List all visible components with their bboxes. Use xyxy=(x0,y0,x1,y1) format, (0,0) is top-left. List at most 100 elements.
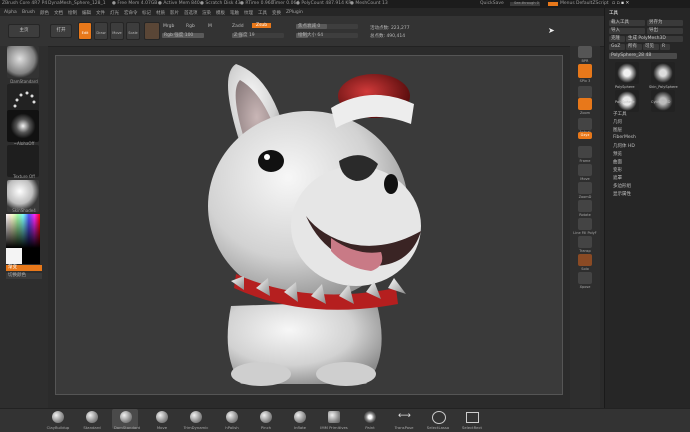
paint-brush-icon[interactable] xyxy=(364,411,376,423)
switch-color-button[interactable]: 切换颜色 xyxy=(6,273,42,279)
menu-file[interactable]: 文件 xyxy=(96,10,105,16)
menu-stencil[interactable]: 模板 xyxy=(216,10,225,16)
lightbox-button[interactable]: 主页 xyxy=(8,24,40,38)
zoom-button[interactable] xyxy=(578,98,592,110)
make-polymesh-button[interactable]: 生成 PolyMesh3D xyxy=(626,36,683,42)
frame-button[interactable] xyxy=(578,146,592,158)
quicksave-button[interactable]: QuickSave xyxy=(480,1,504,6)
export-button[interactable]: 导出 xyxy=(647,28,683,34)
focal-shift-slider[interactable]: 焦点衰减 0 xyxy=(296,24,358,29)
texture-thumbnail[interactable] xyxy=(7,145,39,177)
rgb-toggle[interactable]: Rgb xyxy=(186,24,195,29)
z-intensity-slider[interactable]: Z 强度 19 xyxy=(232,33,284,38)
menu-document[interactable]: 文档 xyxy=(54,10,63,16)
script-label[interactable]: DefaultZScript xyxy=(576,1,609,6)
menu-macro[interactable]: 宏命令 xyxy=(124,10,138,16)
xpose-button[interactable] xyxy=(578,272,592,284)
zadd-toggle[interactable]: Zadd xyxy=(232,24,244,29)
section-fibermesh[interactable]: FiberMesh xyxy=(613,135,636,140)
edit-button[interactable]: Edit xyxy=(78,22,92,40)
section-masking[interactable]: 遮罩 xyxy=(613,175,622,181)
inflate-brush-icon[interactable] xyxy=(294,411,306,423)
menu-texture[interactable]: 纹理 xyxy=(244,10,253,16)
menu-tool[interactable]: 工具 xyxy=(258,10,267,16)
selectlasso-icon[interactable] xyxy=(432,411,446,424)
load-tool-button[interactable]: 载入工具 xyxy=(609,20,645,26)
tool-thumb-polysphere[interactable] xyxy=(615,62,639,84)
damstandard-brush-icon[interactable] xyxy=(120,411,132,423)
spix-button[interactable] xyxy=(578,64,592,78)
section-deformation[interactable]: 变形 xyxy=(613,167,622,173)
transp-button[interactable] xyxy=(578,236,592,248)
visible-button[interactable]: 可见 xyxy=(643,44,659,50)
menu-marker[interactable]: 标记 xyxy=(142,10,151,16)
menu-alpha[interactable]: Alpha xyxy=(4,10,17,15)
draw-button[interactable]: Draw xyxy=(94,22,108,40)
menu-render[interactable]: 渲染 xyxy=(202,10,211,16)
section-layers[interactable]: 图层 xyxy=(613,127,622,133)
alpha-thumbnail[interactable] xyxy=(7,110,39,142)
tool-thumb-skin-polysphere[interactable] xyxy=(651,62,675,84)
bpr-button[interactable] xyxy=(578,46,592,58)
menu-brush[interactable]: Brush xyxy=(22,10,35,15)
standard-brush-icon[interactable] xyxy=(86,411,98,423)
color-picker[interactable] xyxy=(6,214,40,248)
all-button[interactable]: 所有 xyxy=(626,44,642,50)
window-controls-icon[interactable]: ▫ ▫ ▪ ✕ xyxy=(612,1,629,6)
open-button[interactable]: 打开 xyxy=(50,24,72,38)
main-color-swatch[interactable] xyxy=(6,248,22,264)
r-button[interactable]: R xyxy=(660,44,670,50)
menu-movie[interactable]: 影片 xyxy=(170,10,179,16)
menu-edit[interactable]: 编辑 xyxy=(82,10,91,16)
section-geometry-hd[interactable]: 几何体 HD xyxy=(613,143,635,149)
rotate-view-button[interactable] xyxy=(578,200,592,212)
section-preview[interactable]: 预览 xyxy=(613,151,622,157)
menu-zplugin[interactable]: ZPlugin xyxy=(286,10,303,15)
move-view-button[interactable] xyxy=(578,164,592,176)
move-brush-icon[interactable] xyxy=(156,411,168,423)
polyf-button[interactable] xyxy=(578,218,592,230)
gradient-button[interactable]: 渐变 xyxy=(6,265,42,271)
draw-size-slider[interactable]: 绘制大小 64 xyxy=(296,33,358,38)
zsub-toggle[interactable]: Zsub xyxy=(252,23,272,28)
claybuildup-brush-icon[interactable] xyxy=(52,411,64,423)
menus-toggle[interactable] xyxy=(548,2,558,6)
scroll-button[interactable] xyxy=(578,86,592,98)
section-surface[interactable]: 曲面 xyxy=(613,159,622,165)
trimdynamic-brush-icon[interactable] xyxy=(190,411,202,423)
section-subtool[interactable]: 子工具 xyxy=(613,111,627,117)
save-as-button[interactable]: 另存为 xyxy=(647,20,683,26)
scale-button[interactable]: Scale xyxy=(126,22,140,40)
section-polygroups[interactable]: 多边形组 xyxy=(613,183,631,189)
zoomd-button[interactable] xyxy=(578,182,592,194)
actual-button[interactable] xyxy=(578,118,592,130)
solo-button[interactable] xyxy=(578,254,592,266)
menu-light[interactable]: 灯光 xyxy=(110,10,119,16)
menu-material[interactable]: 材质 xyxy=(156,10,165,16)
menu-color[interactable]: 颜色 xyxy=(40,10,49,16)
section-display-properties[interactable]: 显示属性 xyxy=(613,191,631,197)
viewport-canvas[interactable] xyxy=(55,55,563,395)
selectrect-icon[interactable] xyxy=(466,412,479,423)
hpolish-brush-icon[interactable] xyxy=(226,411,238,423)
secondary-color-swatch[interactable] xyxy=(22,248,40,264)
import-button[interactable]: 导入 xyxy=(609,28,645,34)
menu-draw[interactable]: 绘制 xyxy=(68,10,77,16)
rgb-intensity-slider[interactable]: Rgb 强度 100 xyxy=(162,33,204,38)
pinch-brush-icon[interactable] xyxy=(260,411,272,423)
mrgb-toggle[interactable]: Mrgb xyxy=(163,24,174,29)
goz-button[interactable]: GoZ xyxy=(609,44,625,50)
menu-transform[interactable]: 变换 xyxy=(272,10,281,16)
move-button[interactable]: Move xyxy=(110,22,124,40)
brush-thumbnail[interactable] xyxy=(7,46,39,78)
menu-stroke[interactable]: 笔触 xyxy=(230,10,239,16)
transpose-icon[interactable]: ⟷ xyxy=(398,411,411,421)
imm-primitives-icon[interactable] xyxy=(328,411,340,423)
paint-label: Paint xyxy=(365,425,375,430)
brush-shape-icon[interactable] xyxy=(144,22,160,40)
menu-preferences[interactable]: 首选项 xyxy=(184,10,198,16)
m-toggle[interactable]: M xyxy=(208,24,212,29)
section-geometry[interactable]: 几何 xyxy=(613,119,622,125)
current-tool-slider[interactable]: PolySphere_28 48 xyxy=(609,53,677,59)
clone-button[interactable]: 克隆 xyxy=(609,36,625,42)
